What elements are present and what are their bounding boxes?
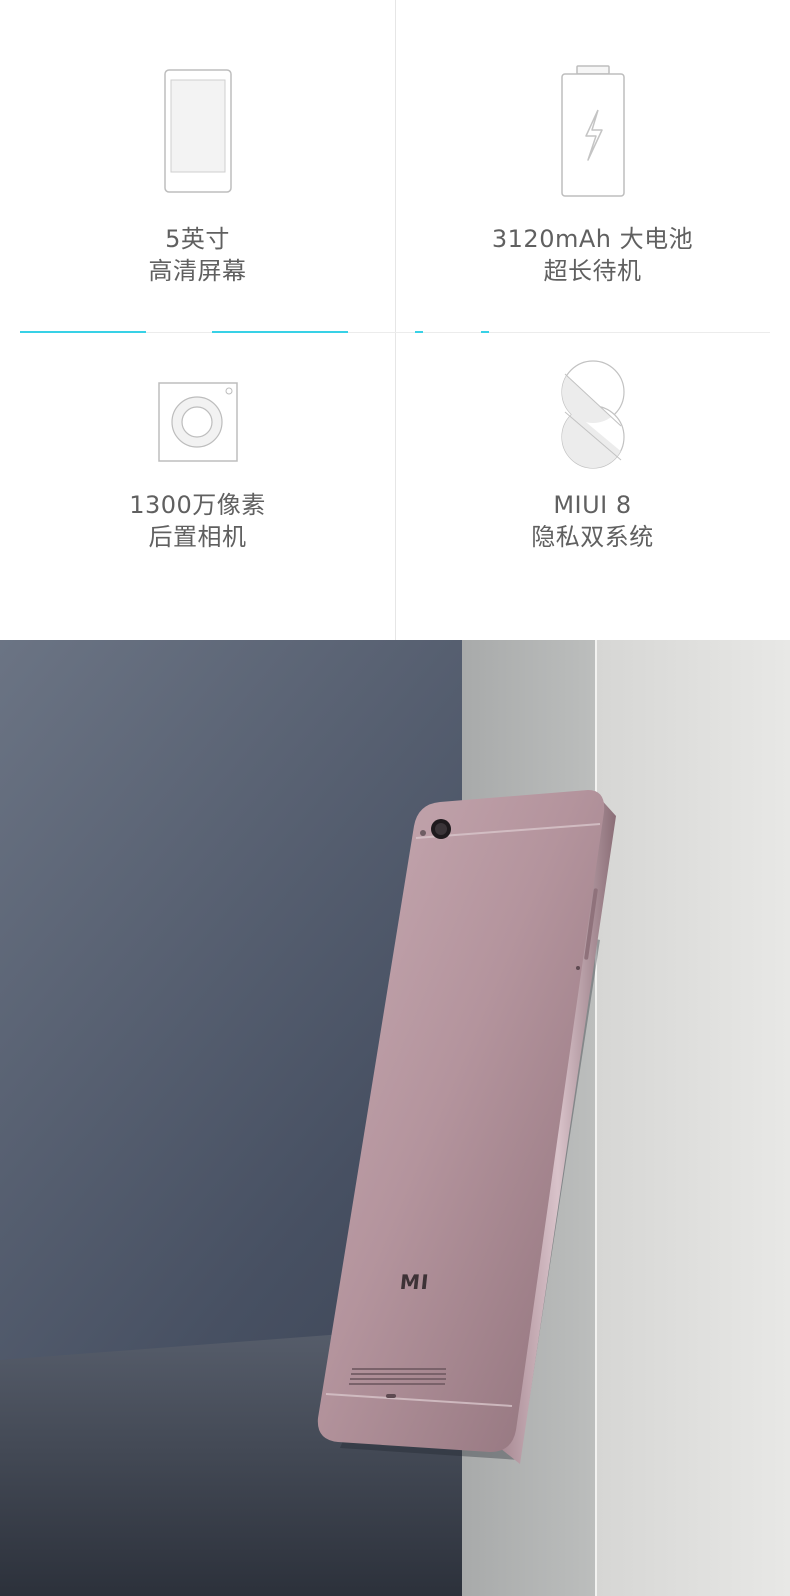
brand-mark: MI <box>398 1270 431 1294</box>
camera-icon <box>157 382 238 462</box>
feature-miui: MIUI 8 隐私双系统 <box>395 332 790 640</box>
feature-title: MIUI 8 <box>553 491 632 519</box>
feature-camera: 1300万像素 后置相机 <box>0 332 395 640</box>
feature-subtitle: 高清屏幕 <box>148 257 247 285</box>
product-photo: MI <box>0 640 790 1596</box>
battery-icon <box>560 65 625 197</box>
feature-title: 5英寸 <box>165 225 230 253</box>
feature-battery: 3120mAh 大电池 超长待机 <box>395 0 790 332</box>
feature-subtitle: 隐私双系统 <box>531 523 654 551</box>
feature-grid: 5英寸 高清屏幕 3120mAh 大电池 超长待机 1300万像素 后置相机 M… <box>0 0 790 640</box>
phone-back-image <box>0 640 790 1596</box>
phone-screen-icon <box>163 69 232 193</box>
feature-subtitle: 后置相机 <box>148 523 247 551</box>
feature-title: 1300万像素 <box>129 491 266 519</box>
feature-screen: 5英寸 高清屏幕 <box>0 0 395 332</box>
miui-logo-icon <box>560 360 625 469</box>
feature-title: 3120mAh 大电池 <box>491 225 694 253</box>
feature-subtitle: 超长待机 <box>543 257 642 285</box>
